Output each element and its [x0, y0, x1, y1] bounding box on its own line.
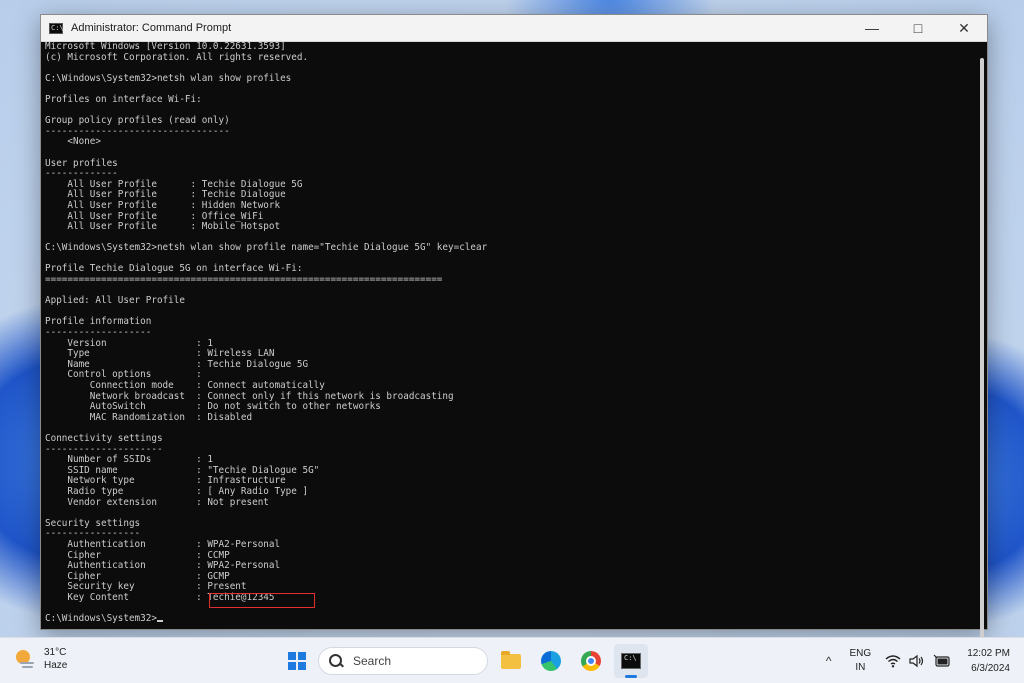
folder-icon [501, 650, 521, 669]
show-hidden-icons-button[interactable]: ^ [826, 654, 832, 668]
vertical-scrollbar[interactable] [975, 42, 987, 644]
clock-date: 6/3/2024 [971, 663, 1010, 674]
maximize-button[interactable]: □ [895, 15, 941, 41]
clock-time: 12:02 PM [967, 648, 1010, 659]
chevron-up-icon: ^ [825, 654, 832, 668]
taskbar-search[interactable]: Search [318, 647, 488, 675]
close-button[interactable]: ✕ [941, 15, 987, 41]
region-code: IN [855, 662, 866, 673]
weather-widget[interactable]: 31°C Haze [14, 646, 67, 672]
active-indicator [625, 675, 637, 678]
battery-icon[interactable] [933, 654, 951, 668]
haze-weather-icon [14, 648, 36, 670]
console-output[interactable]: Microsoft Windows [Version 10.0.22631.35… [41, 42, 975, 629]
weather-temp: 31°C [44, 647, 67, 658]
key-content-highlight [209, 593, 315, 608]
start-button[interactable] [282, 645, 312, 677]
minimize-button[interactable]: — [849, 15, 895, 41]
command-prompt-taskbar-button[interactable]: C:\ [614, 644, 648, 678]
system-tray: ^ ENG IN 12:02 PM 6/3/2024 [826, 644, 1010, 678]
chrome-button[interactable] [574, 644, 608, 678]
weather-text: 31°C Haze [44, 646, 67, 672]
edge-icon [541, 651, 561, 671]
text-cursor [156, 620, 163, 623]
taskbar: 31°C Haze Search C:\ ^ ENG IN 12:02 PM 6… [0, 637, 1024, 683]
chrome-icon [581, 651, 601, 671]
wifi-icon[interactable] [885, 654, 901, 668]
command-prompt-window[interactable]: C:\ Administrator: Command Prompt — □ ✕ … [40, 14, 988, 644]
console-text: Microsoft Windows [Version 10.0.22631.35… [45, 42, 488, 625]
language-code: ENG [849, 648, 872, 659]
clock[interactable]: 12:02 PM 6/3/2024 [967, 646, 1010, 676]
edge-button[interactable] [534, 644, 568, 678]
search-label: Search [353, 654, 392, 668]
window-controls: — □ ✕ [849, 15, 987, 41]
window-title: Administrator: Command Prompt [71, 22, 232, 34]
title-bar[interactable]: C:\ Administrator: Command Prompt — □ ✕ [41, 15, 987, 42]
scrollbar-thumb[interactable] [980, 58, 984, 644]
cmd-app-icon: C:\ [49, 22, 64, 34]
weather-condition: Haze [44, 660, 68, 671]
language-indicator[interactable]: ENG IN [850, 647, 872, 675]
windows-logo-icon [288, 652, 306, 670]
volume-icon[interactable] [909, 654, 925, 668]
cmd-icon: C:\ [621, 653, 641, 669]
taskbar-center: Search C:\ [282, 644, 648, 678]
search-icon [329, 654, 343, 668]
file-explorer-button[interactable] [494, 644, 528, 678]
